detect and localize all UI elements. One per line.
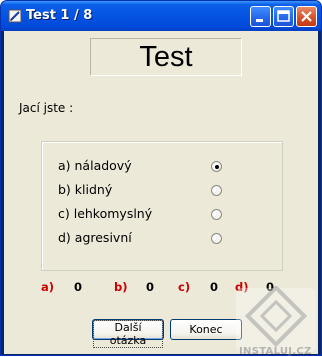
score-a-label: a) <box>41 280 55 294</box>
header-panel: Test <box>90 38 242 76</box>
option-c[interactable]: c) lehkomyslný <box>58 206 278 224</box>
end-button[interactable]: Konec <box>170 319 242 340</box>
option-c-label[interactable]: c) lehkomyslný <box>58 206 152 221</box>
maximize-button[interactable] <box>273 6 294 27</box>
option-d[interactable]: d) agresivní <box>58 230 278 248</box>
option-d-radio[interactable] <box>211 233 222 244</box>
window-client-area: Test Jací jste : a) náladový b) klidný c… <box>4 31 318 357</box>
score-b-value: 0 <box>146 280 155 294</box>
next-question-button[interactable]: Další otázka <box>92 319 164 348</box>
question-text: Jací jste : <box>19 101 74 115</box>
window-title: Test 1 / 8 <box>26 8 93 23</box>
minimize-icon <box>256 19 263 22</box>
watermark-text: INSTALUJ.CZ <box>239 346 312 357</box>
option-a-label[interactable]: a) náladový <box>58 158 132 173</box>
minimize-button[interactable] <box>250 6 271 27</box>
next-question-label: Další otázka <box>93 320 163 348</box>
option-a[interactable]: a) náladový <box>58 158 278 176</box>
option-a-radio[interactable] <box>211 161 222 172</box>
app-window: Test 1 / 8 Test Jací jste : a) náladový … <box>0 0 322 357</box>
score-b-label: b) <box>114 280 128 294</box>
close-icon <box>301 11 312 22</box>
title-bar[interactable]: Test 1 / 8 <box>1 1 321 31</box>
watermark-logo-icon <box>236 286 316 352</box>
option-c-radio[interactable] <box>211 209 222 220</box>
maximize-icon <box>277 10 290 22</box>
score-a-value: 0 <box>74 280 83 294</box>
header-title: Test <box>139 41 193 73</box>
score-c-value: 0 <box>210 280 219 294</box>
close-button[interactable] <box>296 6 317 27</box>
score-c-label: c) <box>178 280 191 294</box>
end-label: Konec <box>189 323 223 336</box>
app-pen-icon[interactable] <box>7 8 23 24</box>
option-b-label[interactable]: b) klidný <box>58 182 112 197</box>
option-b-radio[interactable] <box>211 185 222 196</box>
option-b[interactable]: b) klidný <box>58 182 278 200</box>
option-d-label[interactable]: d) agresivní <box>58 230 132 245</box>
